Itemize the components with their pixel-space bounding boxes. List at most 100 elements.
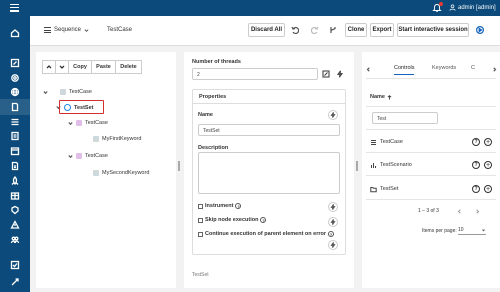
help-icon[interactable]: ? — [260, 217, 267, 223]
people-icon[interactable] — [9, 234, 21, 246]
calendar-icon[interactable] — [9, 145, 21, 157]
redo-icon — [311, 26, 319, 34]
rocket-icon[interactable] — [9, 175, 21, 187]
dynamic-name-button[interactable] — [328, 110, 338, 120]
divider — [366, 106, 496, 107]
start-interactive-session-button[interactable]: Start interactive session — [397, 23, 469, 37]
items-per-page-select[interactable]: 10 — [458, 226, 486, 235]
chevron-down-icon[interactable] — [68, 121, 73, 126]
plans-icon[interactable] — [0, 99, 30, 115]
tree-node-testcase-1[interactable]: TestCase — [68, 120, 108, 126]
settings-icon[interactable] — [9, 72, 21, 84]
document-icon[interactable] — [9, 130, 21, 142]
instrument-checkbox-row[interactable]: Instrument ? — [198, 203, 242, 209]
dynamic-instrument-button[interactable] — [328, 202, 338, 212]
testcase-icon — [76, 120, 82, 126]
report-icon[interactable] — [9, 160, 21, 172]
play-button[interactable] — [473, 23, 487, 37]
next-page-button[interactable] — [475, 206, 483, 216]
clone-button[interactable]: Clone — [345, 23, 367, 37]
chevron-down-icon[interactable] — [43, 90, 48, 95]
monitor-icon[interactable] — [9, 204, 21, 216]
previous-page-button[interactable] — [457, 206, 465, 216]
checklist-icon[interactable] — [9, 259, 21, 271]
move-up-button[interactable] — [42, 60, 56, 74]
keyword-icon — [93, 170, 99, 176]
splitter-handle[interactable] — [178, 161, 180, 171]
instrument-checkbox[interactable] — [198, 203, 203, 209]
tree-node-label: TestCase — [85, 120, 108, 126]
tabs-next-button[interactable] — [490, 64, 498, 74]
redo-button[interactable] — [308, 23, 322, 37]
notification-bell-icon[interactable] — [432, 2, 443, 13]
add-icon[interactable]: + — [484, 138, 492, 146]
table-icon[interactable] — [9, 190, 21, 202]
help-icon[interactable]: ? — [235, 203, 242, 209]
export-button[interactable]: Export — [370, 23, 394, 37]
paste-button[interactable]: Paste — [91, 60, 116, 74]
dynamic-threads-button[interactable] — [335, 69, 345, 79]
selected-node-footer: TestSet — [192, 272, 209, 278]
list-item[interactable]: TestCase ? + — [370, 135, 494, 149]
sequence-selector[interactable]: Sequence — [44, 27, 89, 33]
bar-chart-icon — [370, 162, 377, 169]
move-down-button[interactable] — [55, 60, 69, 74]
tree-node-testcase-2[interactable]: TestCase — [68, 153, 108, 159]
globe-icon[interactable] — [9, 86, 21, 98]
edit-threads-button[interactable] — [321, 69, 331, 79]
list-item[interactable]: TestScenario ? + — [370, 158, 494, 172]
edit-icon[interactable] — [9, 57, 21, 69]
splitter-handle[interactable] — [356, 161, 358, 171]
list-icon[interactable] — [9, 116, 21, 128]
tree-node-keyword-1[interactable]: MyFirstKeyword — [93, 136, 141, 142]
items-per-page-value: 10 — [458, 227, 464, 233]
add-icon[interactable]: + — [484, 161, 492, 169]
continue-on-error-checkbox-row[interactable]: Continue execution of parent element on … — [198, 231, 335, 237]
top-bar: admin [admin] — [0, 0, 500, 16]
description-textarea[interactable] — [198, 152, 340, 194]
name-column-header[interactable]: Name — [370, 94, 392, 100]
list-icon — [370, 139, 377, 146]
testcase-icon — [60, 89, 66, 95]
sequence-icon — [44, 27, 51, 33]
controls-panel: Controls Keywords C Name Test TestCase ?… — [362, 52, 500, 288]
skip-node-checkbox[interactable] — [198, 217, 203, 223]
divider — [366, 175, 496, 176]
home-icon[interactable] — [9, 27, 21, 39]
discard-all-button[interactable]: Discard All — [248, 23, 285, 37]
delete-button[interactable]: Delete — [115, 60, 142, 74]
tab-keywords[interactable]: Keywords — [432, 65, 456, 71]
continue-on-error-checkbox[interactable] — [198, 231, 203, 237]
help-icon[interactable]: ? — [472, 138, 480, 146]
items-per-page-label: Items per page: — [422, 228, 457, 234]
chevron-down-icon — [59, 65, 65, 69]
tree-node-root[interactable]: TestCase — [43, 89, 92, 95]
tabs-prev-button[interactable] — [364, 64, 372, 74]
search-input[interactable]: Test — [372, 112, 438, 124]
help-icon[interactable]: ? — [472, 161, 480, 169]
copy-button[interactable]: Copy — [68, 60, 92, 74]
undo-button[interactable] — [288, 23, 302, 37]
chevron-down-icon[interactable] — [68, 154, 73, 159]
tab-controls[interactable]: Controls — [394, 65, 415, 75]
threads-input[interactable]: 2 — [192, 68, 318, 80]
skip-node-checkbox-row[interactable]: Skip node execution ? — [198, 217, 267, 223]
list-item[interactable]: TestSet ? + — [370, 182, 494, 196]
hamburger-menu-icon[interactable] — [10, 4, 19, 12]
admin-icon[interactable] — [9, 276, 21, 288]
tree-node-keyword-2[interactable]: MySecondKeyword — [93, 170, 149, 176]
keyword-icon — [93, 136, 99, 142]
branch-button[interactable] — [326, 23, 340, 37]
user-menu[interactable]: admin [admin] — [449, 4, 496, 11]
name-input[interactable]: TestSet — [198, 124, 340, 136]
name-column-label: Name — [370, 94, 385, 100]
add-icon[interactable]: + — [484, 185, 492, 193]
tab-composites[interactable]: C — [471, 65, 475, 71]
tree-node-label: MyFirstKeyword — [102, 136, 142, 142]
name-label: Name — [198, 112, 213, 118]
alert-icon[interactable] — [9, 219, 21, 231]
help-icon[interactable]: ? — [328, 231, 335, 237]
dynamic-continue-button[interactable] — [328, 240, 338, 250]
help-icon[interactable]: ? — [472, 185, 480, 193]
dynamic-skip-node-button[interactable] — [328, 217, 338, 227]
